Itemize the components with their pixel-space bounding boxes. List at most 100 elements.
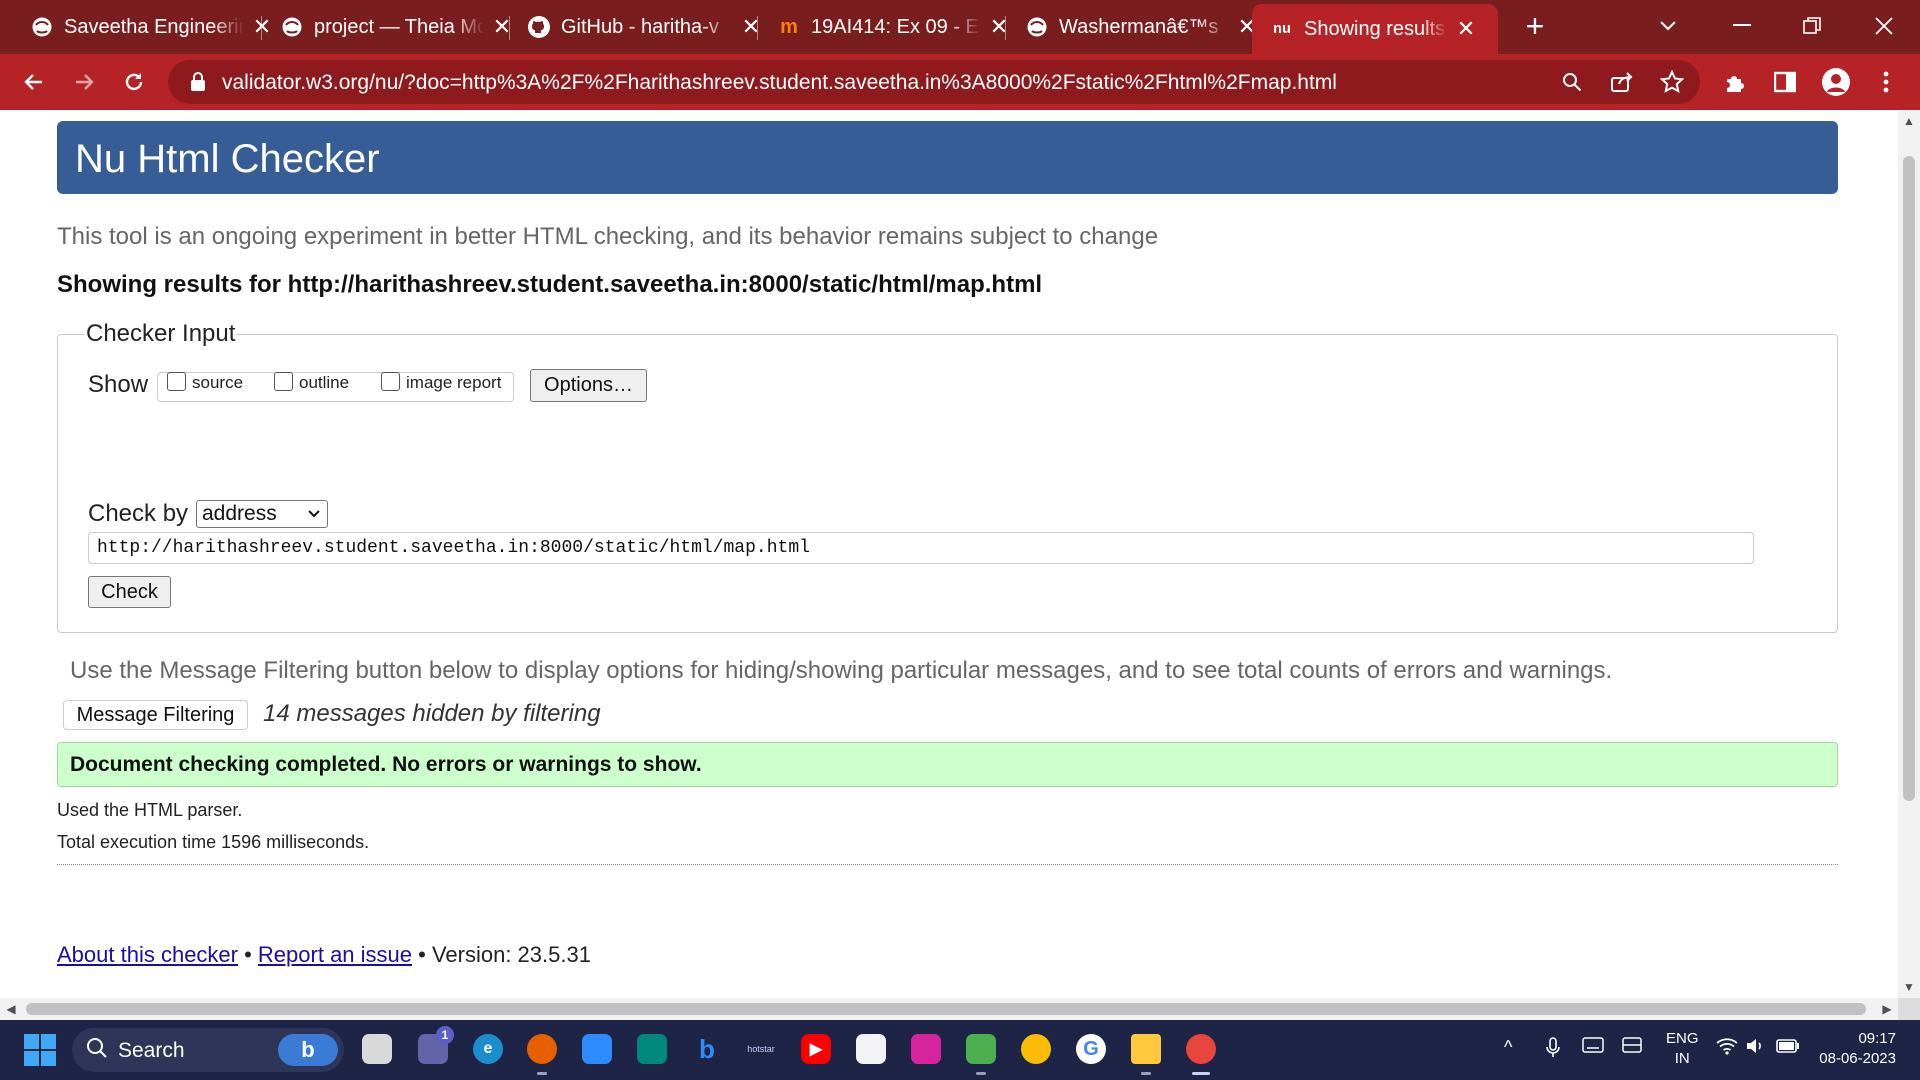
check-by-select[interactable]: address	[196, 500, 328, 528]
windows-taskbar: Search b 1 e b hotstar ▶ G ^ ENG IN 09:1	[0, 1020, 1920, 1080]
scroll-up-icon[interactable]: ▲	[1898, 110, 1920, 132]
parser-note: Used the HTML parser.	[57, 800, 243, 820]
tab-washerman[interactable]: Washermanâ€™s ✕	[1025, 6, 1259, 48]
firefox-icon[interactable]	[527, 1034, 557, 1064]
running-indicator	[1141, 1072, 1151, 1075]
microphone-icon[interactable]	[1546, 1037, 1560, 1064]
globe-icon	[280, 15, 304, 39]
notification-badge: 1	[436, 1026, 454, 1044]
checkbox-box[interactable]	[167, 371, 186, 391]
chrome-active-icon[interactable]	[1186, 1034, 1216, 1064]
search-placeholder: Search	[118, 1039, 185, 1062]
side-panel-icon[interactable]	[1767, 64, 1803, 100]
taskbar-search[interactable]: Search b	[72, 1028, 344, 1072]
show-outline-checkbox[interactable]: outline	[274, 371, 349, 393]
keyboard-icon[interactable]	[1582, 1037, 1604, 1058]
report-issue-link[interactable]: Report an issue	[258, 942, 412, 967]
close-tab-icon[interactable]: ✕	[987, 14, 1011, 39]
showing-results-heading: Showing results for http://harithashreev…	[57, 271, 1043, 298]
notepad-app-icon[interactable]	[966, 1034, 996, 1064]
horizontal-scroll-thumb[interactable]	[26, 1003, 1866, 1015]
volume-icon[interactable]	[1746, 1037, 1766, 1060]
scroll-left-icon[interactable]: ◀	[0, 998, 22, 1020]
menu-dots-icon[interactable]	[1868, 64, 1904, 100]
edge-icon[interactable]: e	[473, 1034, 503, 1064]
page-title: Nu Html Checker	[57, 121, 1838, 194]
hotstar-icon[interactable]: hotstar	[746, 1034, 776, 1064]
system-clock[interactable]: 09:17 08-06-2023	[1814, 1029, 1896, 1069]
bing-app-icon[interactable]: b	[692, 1034, 722, 1064]
running-indicator	[976, 1072, 986, 1075]
new-tab-button[interactable]: +	[1520, 10, 1550, 42]
battery-icon[interactable]	[1776, 1037, 1800, 1058]
vertical-scroll-thumb[interactable]	[1903, 156, 1915, 801]
chevron-up-icon[interactable]: ^	[1504, 1037, 1512, 1058]
close-tab-icon[interactable]: ✕	[1454, 16, 1478, 41]
language-indicator[interactable]: ENG IN	[1666, 1029, 1699, 1069]
lock-icon[interactable]	[184, 68, 212, 96]
about-checker-link[interactable]: About this checker	[57, 942, 238, 967]
back-icon[interactable]	[16, 64, 52, 100]
options-button[interactable]: Options…	[530, 369, 647, 402]
url-text[interactable]: validator.w3.org/nu/?doc=http%3A%2F%2Fha…	[222, 71, 1337, 95]
checker-input-legend: Checker Input	[84, 320, 238, 348]
nu-icon: nu	[1272, 20, 1291, 38]
windows-start-icon[interactable]	[24, 1034, 56, 1066]
google-icon[interactable]: G	[1076, 1034, 1106, 1064]
tab-search-chevron-icon[interactable]	[1648, 8, 1688, 44]
file-explorer-icon[interactable]	[1131, 1034, 1161, 1064]
tab-github[interactable]: GitHub - haritha-v ✕	[527, 6, 763, 48]
language-code: ENG	[1666, 1030, 1699, 1047]
moodle-icon: m	[780, 15, 798, 38]
youtube-icon[interactable]: ▶	[801, 1034, 831, 1064]
bing-icon[interactable]: b	[278, 1034, 338, 1066]
zoom-app-icon[interactable]	[582, 1034, 612, 1064]
tab-moodle[interactable]: m 19AI414: Ex 09 - E ✕	[777, 6, 1011, 48]
zoom-icon[interactable]	[1558, 68, 1586, 96]
teams-chat-icon[interactable]: 1	[418, 1026, 454, 1064]
profile-avatar-icon[interactable]	[1818, 64, 1854, 100]
check-button[interactable]: Check	[88, 576, 171, 608]
bookmark-star-icon[interactable]	[1658, 68, 1686, 96]
document-app-icon[interactable]	[856, 1034, 886, 1064]
region-code: IN	[1674, 1050, 1690, 1067]
tab-separator	[757, 16, 758, 40]
close-tab-icon[interactable]: ✕	[490, 14, 514, 39]
forward-icon[interactable]	[66, 64, 102, 100]
touch-keyboard-icon[interactable]	[1622, 1037, 1642, 1058]
window-close-icon[interactable]	[1864, 8, 1904, 44]
task-view-icon[interactable]	[362, 1034, 392, 1064]
close-tab-icon[interactable]: ✕	[739, 14, 763, 39]
tab-theia[interactable]: project — Theia Mongo ✕	[280, 6, 514, 48]
share-icon[interactable]	[1608, 68, 1636, 96]
browser-toolbar: validator.w3.org/nu/?doc=http%3A%2F%2Fha…	[0, 54, 1920, 110]
tab-label: Saveetha Engineering College	[64, 15, 244, 38]
wifi-icon[interactable]	[1716, 1037, 1738, 1060]
scroll-right-icon[interactable]: ▶	[1876, 998, 1898, 1020]
chrome-icon[interactable]	[1021, 1034, 1051, 1064]
checkbox-box[interactable]	[274, 371, 293, 391]
footer-separator: •	[237, 942, 258, 967]
url-input[interactable]: http://harithashreev.student.saveetha.in…	[88, 532, 1754, 564]
horizontal-scrollbar[interactable]: ◀ ▶	[0, 998, 1898, 1020]
close-tab-icon[interactable]: ✕	[250, 14, 274, 39]
page-viewport: Nu Html Checker This tool is an ongoing …	[0, 110, 1898, 998]
page-footer: About this checker • Report an issue • V…	[57, 942, 591, 968]
show-source-checkbox[interactable]: source	[167, 371, 243, 393]
scroll-down-icon[interactable]: ▼	[1898, 976, 1920, 998]
vertical-scrollbar[interactable]: ▲ ▼	[1898, 110, 1920, 998]
chevron-down-icon	[307, 502, 321, 531]
meet-icon[interactable]	[637, 1034, 667, 1064]
tab-nu-checker-active[interactable]: nu Showing results for ✕	[1252, 4, 1498, 54]
reload-icon[interactable]	[116, 64, 152, 100]
restore-icon[interactable]	[1792, 8, 1832, 44]
show-image-report-checkbox[interactable]: image report	[381, 371, 501, 393]
instagram-icon[interactable]	[911, 1034, 941, 1064]
running-indicator	[537, 1072, 547, 1075]
extensions-icon[interactable]	[1717, 64, 1753, 100]
message-filtering-button[interactable]: Message Filtering	[63, 700, 248, 730]
address-bar[interactable]: validator.w3.org/nu/?doc=http%3A%2F%2Fha…	[168, 60, 1700, 104]
minimize-icon[interactable]	[1722, 8, 1762, 44]
checkbox-box[interactable]	[381, 371, 400, 391]
tab-saveetha[interactable]: Saveetha Engineering College ✕	[30, 6, 274, 48]
